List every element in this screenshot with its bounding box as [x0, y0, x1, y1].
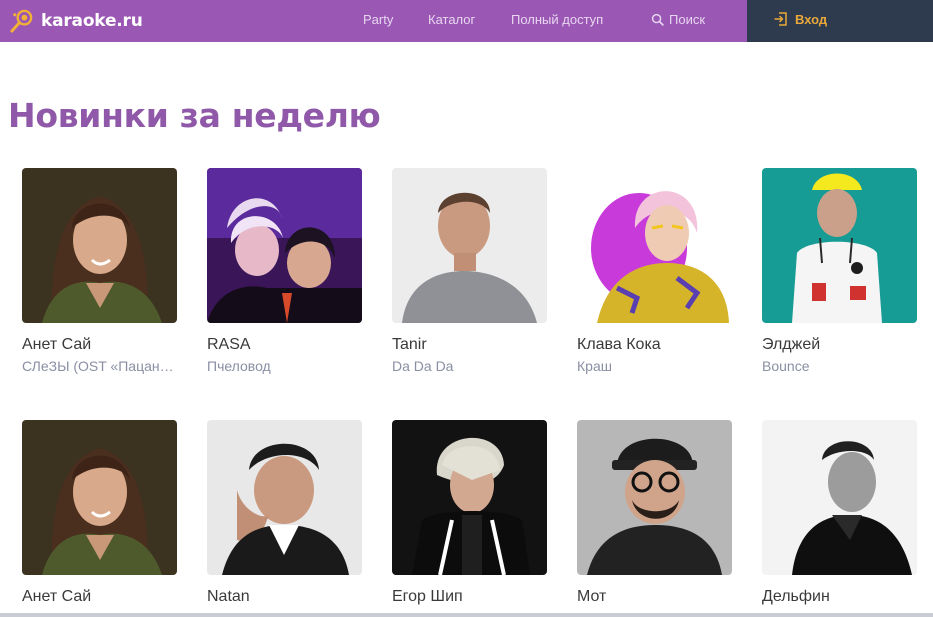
artist-photo[interactable] [762, 420, 917, 575]
artist-photo[interactable] [762, 168, 917, 323]
song-card[interactable]: Элджей Bounce [762, 168, 922, 374]
artist-name[interactable]: Элджей [762, 336, 920, 354]
login-icon [774, 12, 787, 26]
artist-photo-image [392, 168, 547, 323]
artist-photo-image [22, 420, 177, 575]
artist-photo[interactable] [22, 168, 177, 323]
horizontal-scrollbar[interactable] [0, 613, 933, 617]
artist-photo[interactable] [207, 420, 362, 575]
login-button[interactable]: Вход [773, 11, 827, 27]
song-card[interactable]: Клава Кока Краш [577, 168, 737, 374]
artist-name[interactable]: Natan [207, 588, 365, 606]
artist-photo[interactable] [392, 420, 547, 575]
artist-photo[interactable] [577, 420, 732, 575]
nav-search-label: Поиск [669, 12, 706, 27]
nav-catalog[interactable]: Каталог [428, 12, 475, 27]
song-card[interactable]: RASA Пчеловод [207, 168, 367, 374]
page-title: Новинки за неделю [8, 96, 381, 135]
artist-name[interactable]: Tanir [392, 336, 550, 354]
song-card[interactable]: Мот [577, 420, 737, 610]
song-title[interactable]: Пчеловод [207, 358, 362, 374]
song-card[interactable]: Анет Сай СЛеЗЫ (OST «Пацанки») [22, 168, 182, 374]
artist-photo-image [207, 168, 362, 323]
song-card[interactable]: Егор Шип [392, 420, 552, 610]
song-title[interactable]: Bounce [762, 358, 917, 374]
search-icon [651, 13, 664, 26]
artist-photo-image [207, 420, 362, 575]
artist-name[interactable]: Дельфин [762, 588, 920, 606]
artist-photo-image [762, 420, 917, 575]
song-card[interactable]: Анет Сай [22, 420, 182, 610]
artist-name[interactable]: RASA [207, 336, 365, 354]
artist-photo[interactable] [207, 168, 362, 323]
nav-search[interactable]: Поиск [651, 12, 705, 27]
artist-photo[interactable] [392, 168, 547, 323]
login-label: Вход [795, 11, 828, 27]
artist-name[interactable]: Клава Кока [577, 336, 735, 354]
song-title[interactable]: СЛеЗЫ (OST «Пацанки») [22, 358, 177, 374]
artist-photo-image [22, 168, 177, 323]
artist-photo[interactable] [22, 420, 177, 575]
artist-photo-image [577, 168, 732, 323]
song-title[interactable]: Краш [577, 358, 732, 374]
main-nav: karaoke.ru Party Каталог Полный доступ П… [0, 0, 747, 42]
song-card[interactable]: Natan [207, 420, 367, 610]
nav-party[interactable]: Party [363, 12, 393, 27]
logo-text: karaoke.ru [41, 11, 143, 31]
artist-name[interactable]: Анет Сай [22, 336, 180, 354]
logo[interactable]: karaoke.ru [8, 7, 143, 35]
nav-full-access[interactable]: Полный доступ [511, 12, 603, 27]
artist-photo[interactable] [577, 168, 732, 323]
artist-photo-image [392, 420, 547, 575]
artist-photo-image [762, 168, 917, 323]
song-card[interactable]: Дельфин [762, 420, 922, 610]
artist-name[interactable]: Егор Шип [392, 588, 550, 606]
song-card[interactable]: Tanir Da Da Da [392, 168, 552, 374]
artist-name[interactable]: Анет Сай [22, 588, 180, 606]
artist-name[interactable]: Мот [577, 588, 735, 606]
microphone-logo-icon [10, 9, 33, 33]
song-title[interactable]: Da Da Da [392, 358, 547, 374]
artist-photo-image [577, 420, 732, 575]
